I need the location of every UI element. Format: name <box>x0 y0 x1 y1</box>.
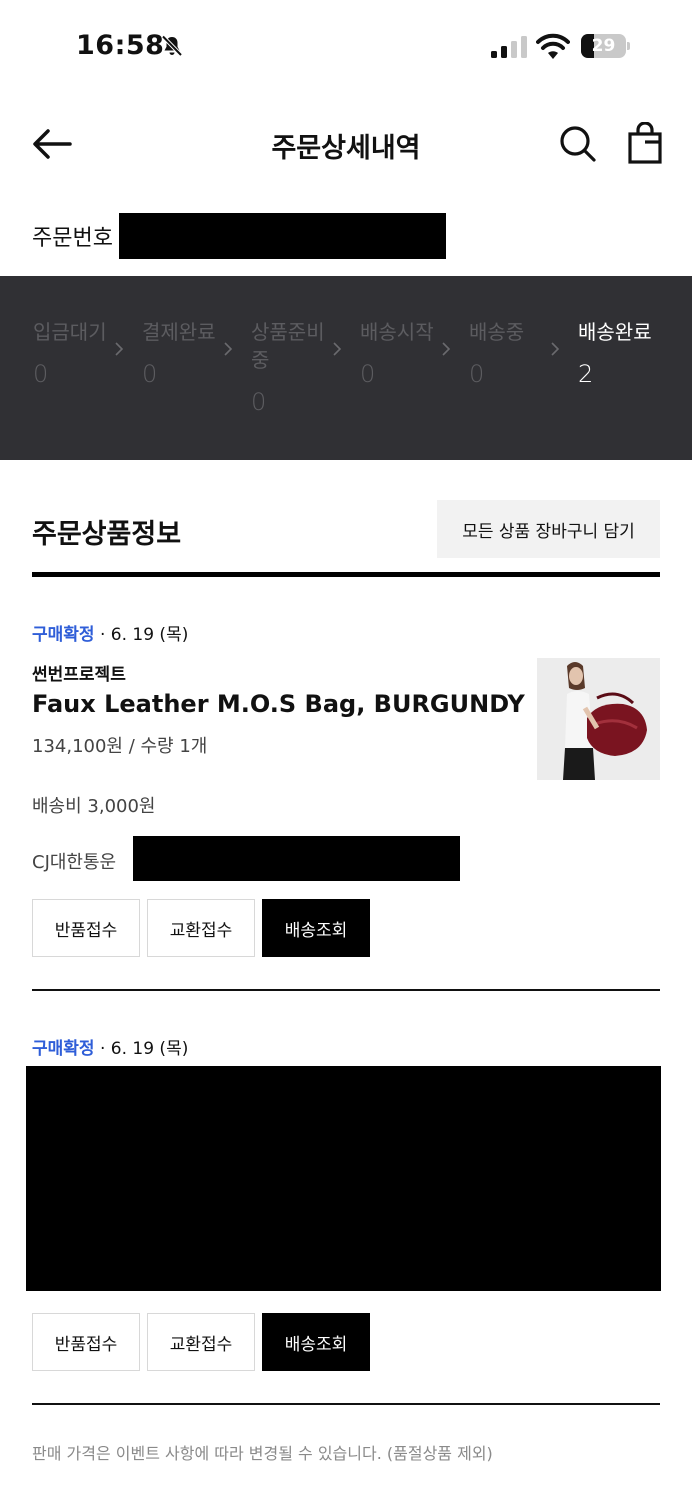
bell-off-icon <box>161 35 183 57</box>
cellular-signal-icon <box>491 36 527 58</box>
section-title: 주문상품정보 <box>32 519 182 550</box>
chevron-right-icon <box>442 342 451 356</box>
redacted-item-details <box>26 1066 661 1291</box>
chevron-right-icon <box>333 342 342 356</box>
carrier-name: CJ대한통운 <box>32 852 117 873</box>
item-date: · 6. 19 (목) <box>94 625 189 645</box>
item-price-qty: 134,100원 / 수량 1개 <box>32 736 208 757</box>
progress-step-count: 0 <box>251 388 267 416</box>
chevron-right-icon <box>115 342 124 356</box>
order-progress-tracker: 입금대기 0 결제완료 0 상품준비중 0 배송시작 0 배송중 0 배송완료 2 <box>0 276 692 460</box>
status-time: 16:58 <box>76 30 165 61</box>
add-all-to-cart-button[interactable]: 모든 상품 장바구니 담기 <box>437 500 660 558</box>
section-divider <box>32 572 660 577</box>
shopping-bag-icon[interactable] <box>626 122 664 164</box>
item-shipping-fee: 배송비 3,000원 <box>32 796 156 817</box>
product-thumbnail[interactable] <box>537 658 660 780</box>
exchange-request-button[interactable]: 교환접수 <box>147 899 255 957</box>
progress-step-label: 상품준비중 <box>251 320 325 372</box>
redacted-tracking-number <box>133 836 460 881</box>
chevron-right-icon <box>224 342 233 356</box>
progress-step-count: 0 <box>360 360 376 388</box>
item-divider <box>32 989 660 991</box>
search-icon[interactable] <box>558 124 598 164</box>
return-request-button[interactable]: 반품접수 <box>32 899 140 957</box>
order-number-label: 주문번호 <box>32 226 113 251</box>
progress-step-count: 0 <box>469 360 485 388</box>
item-status: 구매확정 <box>32 1039 95 1059</box>
item-status: 구매확정 <box>32 625 95 645</box>
top-header: 주문상세내역 <box>0 110 692 180</box>
chevron-right-icon <box>551 342 560 356</box>
item-date: · 6. 19 (목) <box>94 1039 189 1059</box>
progress-step-label: 배송완료 <box>578 320 652 344</box>
exchange-request-button[interactable]: 교환접수 <box>147 1313 255 1371</box>
item-status-line: 구매확정 · 6. 19 (목) <box>32 1034 188 1059</box>
status-bar: 16:58 29 <box>0 0 692 90</box>
battery-icon: 29 <box>581 34 631 58</box>
item-name[interactable]: Faux Leather M.O.S Bag, BURGUNDY <box>32 690 525 718</box>
item-brand[interactable]: 썬번프로젝트 <box>32 660 126 685</box>
progress-step: 상품준비중 0 <box>251 318 333 416</box>
wifi-icon <box>536 33 570 59</box>
track-delivery-button[interactable]: 배송조회 <box>262 1313 370 1371</box>
item-divider <box>32 1403 660 1405</box>
progress-step-count: 2 <box>578 360 594 388</box>
redacted-order-number <box>119 213 446 259</box>
progress-step-count: 0 <box>142 360 158 388</box>
price-notice: 판매 가격은 이벤트 사항에 따라 변경될 수 있습니다. (품절상품 제외) <box>32 1444 493 1463</box>
item-status-line: 구매확정 · 6. 19 (목) <box>32 620 188 645</box>
progress-step-count: 0 <box>33 360 49 388</box>
battery-level: 29 <box>591 36 616 56</box>
track-delivery-button[interactable]: 배송조회 <box>262 899 370 957</box>
product-photo <box>537 658 660 780</box>
return-request-button[interactable]: 반품접수 <box>32 1313 140 1371</box>
progress-step: 배송완료 2 <box>578 318 678 388</box>
